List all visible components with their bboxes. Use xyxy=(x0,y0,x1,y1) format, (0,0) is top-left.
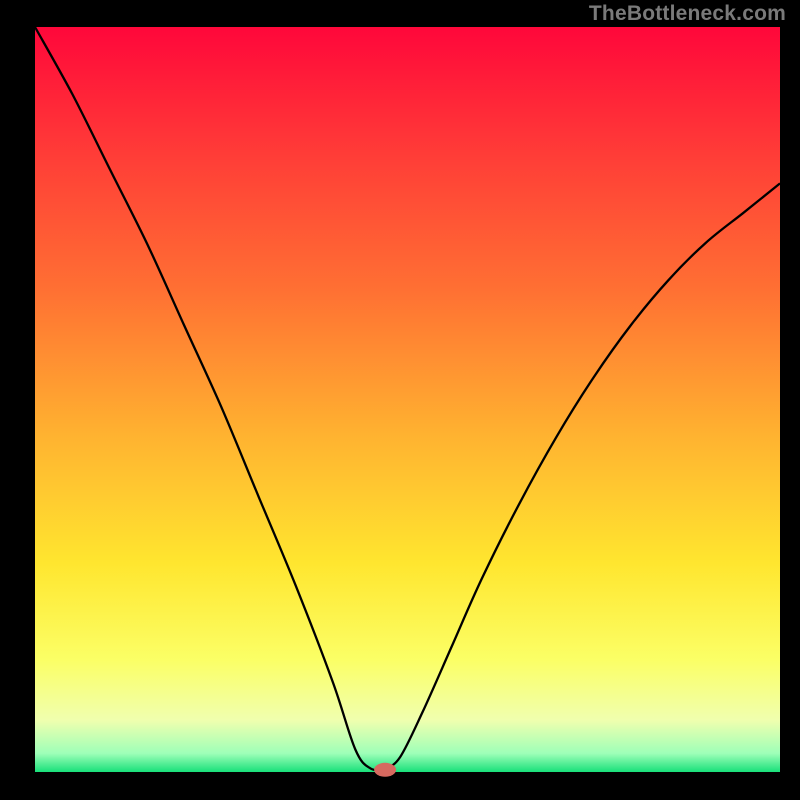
chart-frame: TheBottleneck.com xyxy=(0,0,800,800)
plot-background xyxy=(35,27,780,772)
optimal-point-marker xyxy=(374,763,396,777)
bottleneck-chart xyxy=(0,0,800,800)
